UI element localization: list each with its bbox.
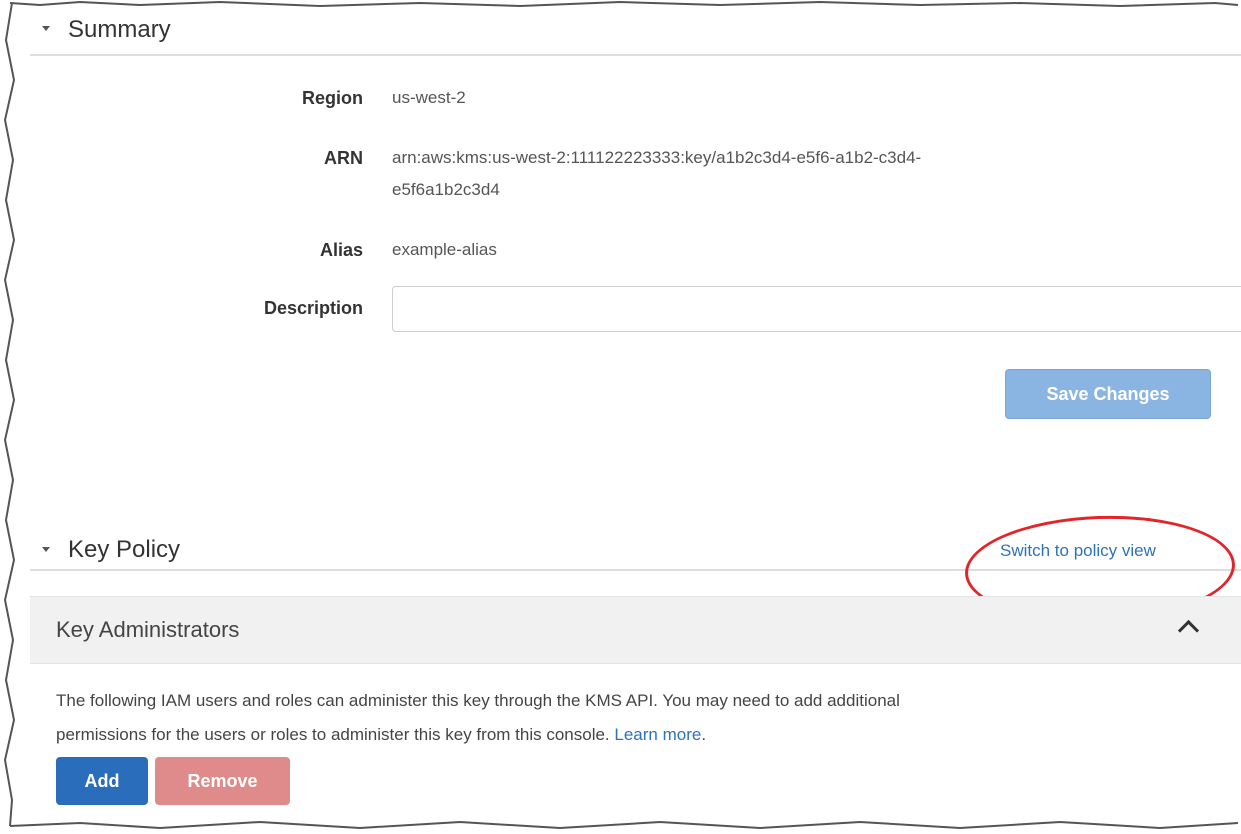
learn-more-link[interactable]: Learn more xyxy=(614,725,701,744)
alias-value: example-alias xyxy=(392,240,497,259)
description-line-2-text: permissions for the users or roles to ad… xyxy=(56,725,610,744)
description-label: Description xyxy=(263,298,363,318)
key-details-panel: Summary Region us-west-2 ARN arn:aws:kms… xyxy=(30,0,1241,834)
description-input[interactable] xyxy=(392,286,1241,332)
arn-value: arn:aws:kms:us-west-2:111122223333:key/a… xyxy=(392,142,921,206)
caret-down-icon xyxy=(42,547,50,552)
summary-divider xyxy=(30,54,1241,56)
key-administrators-header[interactable]: Key Administrators xyxy=(30,596,1241,664)
summary-section-header[interactable]: Summary xyxy=(30,6,1241,56)
region-value: us-west-2 xyxy=(392,88,466,107)
description-line-1: The following IAM users and roles can ad… xyxy=(56,691,900,710)
learn-more-period: . xyxy=(701,725,707,744)
arn-value-line-1: arn:aws:kms:us-west-2:111122223333:key/a… xyxy=(392,148,922,167)
alias-label: Alias xyxy=(319,240,363,260)
remove-button[interactable]: Remove xyxy=(155,757,290,805)
chevron-up-icon[interactable] xyxy=(1177,619,1200,642)
key-administrators-title: Key Administrators xyxy=(56,617,240,642)
key-administrators-description: The following IAM users and roles can ad… xyxy=(56,684,1216,752)
key-policy-divider xyxy=(30,569,1241,571)
switch-to-policy-view-link[interactable]: Switch to policy view xyxy=(1000,541,1156,561)
add-button[interactable]: Add xyxy=(56,757,148,805)
arn-value-line-2: e5f6a1b2c3d4 xyxy=(392,180,500,199)
arn-label: ARN xyxy=(324,148,363,168)
caret-down-icon xyxy=(42,26,50,31)
summary-title: Summary xyxy=(68,16,171,43)
description-line-2: permissions for the users or roles to ad… xyxy=(56,718,1216,752)
region-label: Region xyxy=(302,88,363,108)
key-policy-title: Key Policy xyxy=(68,536,181,563)
save-changes-button[interactable]: Save Changes xyxy=(1005,369,1211,419)
